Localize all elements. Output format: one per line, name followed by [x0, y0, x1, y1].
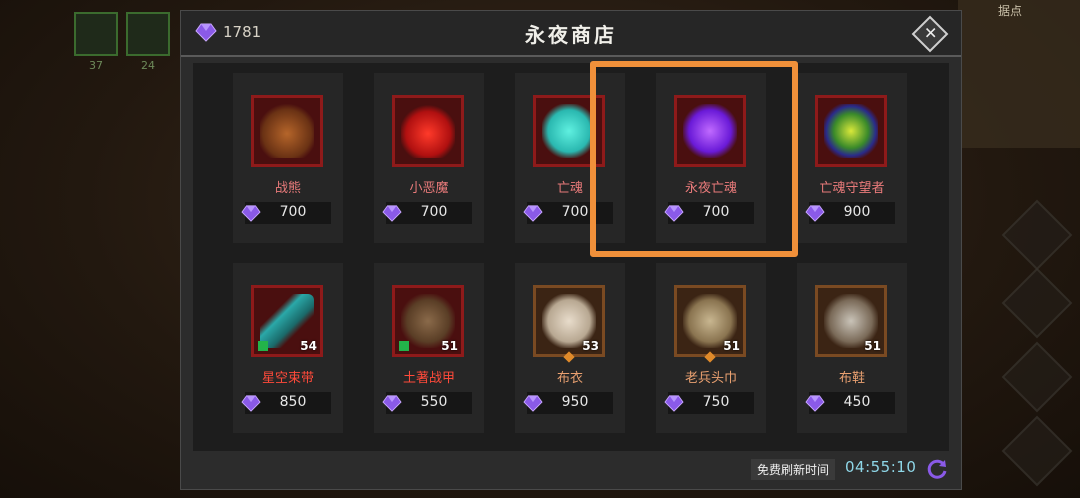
item-name: 星空束带 [261, 371, 314, 386]
item-price: 850 [241, 392, 331, 414]
item-name: 土著战甲 [402, 371, 455, 386]
bandana-icon: 51 [674, 285, 746, 363]
shop-header: 1781 永夜商店 ✕ [181, 11, 961, 57]
shop-item[interactable]: 51 布鞋 450 [797, 263, 907, 433]
refresh-icon[interactable] [925, 457, 949, 481]
item-price: 950 [523, 392, 613, 414]
item-price: 700 [382, 202, 472, 224]
skill-book-icon [258, 341, 268, 351]
item-price: 450 [805, 392, 895, 414]
shop-item[interactable]: 54 星空束带 850 [233, 263, 343, 433]
item-price: 550 [382, 392, 472, 414]
item-name: 战熊 [274, 181, 301, 196]
shop-item[interactable]: 53 布衣 950 [515, 263, 625, 433]
imp-portrait [392, 95, 464, 167]
skill-book-icon [399, 341, 409, 351]
inventory-slot[interactable]: 37 [74, 12, 118, 72]
refresh-label: 免费刷新时间 [751, 459, 836, 480]
werebear-portrait [251, 95, 323, 167]
item-name: 老兵头巾 [684, 371, 737, 386]
shop-panel: 1781 永夜商店 ✕ 战熊 700 小恶魔 700 亡魂 700 永夜亡魂 7… [180, 10, 962, 490]
price-value: 950 [561, 394, 589, 410]
armor-icon: 51 [392, 285, 464, 357]
shop-item[interactable]: 小恶魔 700 [374, 73, 484, 243]
close-icon: ✕ [924, 23, 938, 43]
price-value: 450 [843, 394, 871, 410]
rarity-marker [563, 351, 575, 363]
item-price: 750 [664, 392, 754, 414]
shop-item[interactable]: 51 土著战甲 550 [374, 263, 484, 433]
item-name: 亡魂守望者 [819, 181, 885, 196]
item-name: 布鞋 [838, 371, 865, 386]
price-value: 700 [279, 204, 307, 220]
item-price: 700 [241, 202, 331, 224]
shop-title: 永夜商店 [525, 23, 617, 47]
item-price: 900 [805, 202, 895, 224]
minimap[interactable] [958, 0, 1080, 148]
slot-count: 24 [141, 59, 155, 72]
price-value: 550 [420, 394, 448, 410]
item-name: 小恶魔 [409, 181, 449, 196]
price-value: 900 [843, 204, 871, 220]
price-value: 750 [702, 394, 730, 410]
item-level: 53 [582, 339, 599, 353]
inventory-slot[interactable]: 24 [126, 12, 170, 72]
item-level: 51 [441, 339, 458, 353]
shop-item[interactable]: 亡魂守望者 900 [797, 73, 907, 243]
item-level: 54 [300, 339, 317, 353]
rarity-marker [704, 351, 716, 363]
refresh-timer: 04:55:10 [845, 458, 917, 476]
cloth-boots-icon: 51 [815, 285, 887, 357]
slot-count: 37 [89, 59, 103, 72]
price-value: 700 [420, 204, 448, 220]
shop-item[interactable]: 战熊 700 [233, 73, 343, 243]
selection-highlight [590, 61, 798, 257]
item-name: 布衣 [556, 371, 583, 386]
item-grid: 战熊 700 小恶魔 700 亡魂 700 永夜亡魂 700 亡魂守望者 900… [193, 63, 949, 451]
shop-item[interactable]: 51 老兵头巾 750 [656, 263, 766, 433]
ghost-warden-portrait [815, 95, 887, 167]
belt-icon: 54 [251, 285, 323, 357]
item-level: 51 [864, 339, 881, 353]
item-level: 51 [723, 339, 740, 353]
minimap-label: 据点 [997, 4, 1022, 18]
cloth-shirt-icon: 53 [533, 285, 605, 363]
price-value: 850 [279, 394, 307, 410]
